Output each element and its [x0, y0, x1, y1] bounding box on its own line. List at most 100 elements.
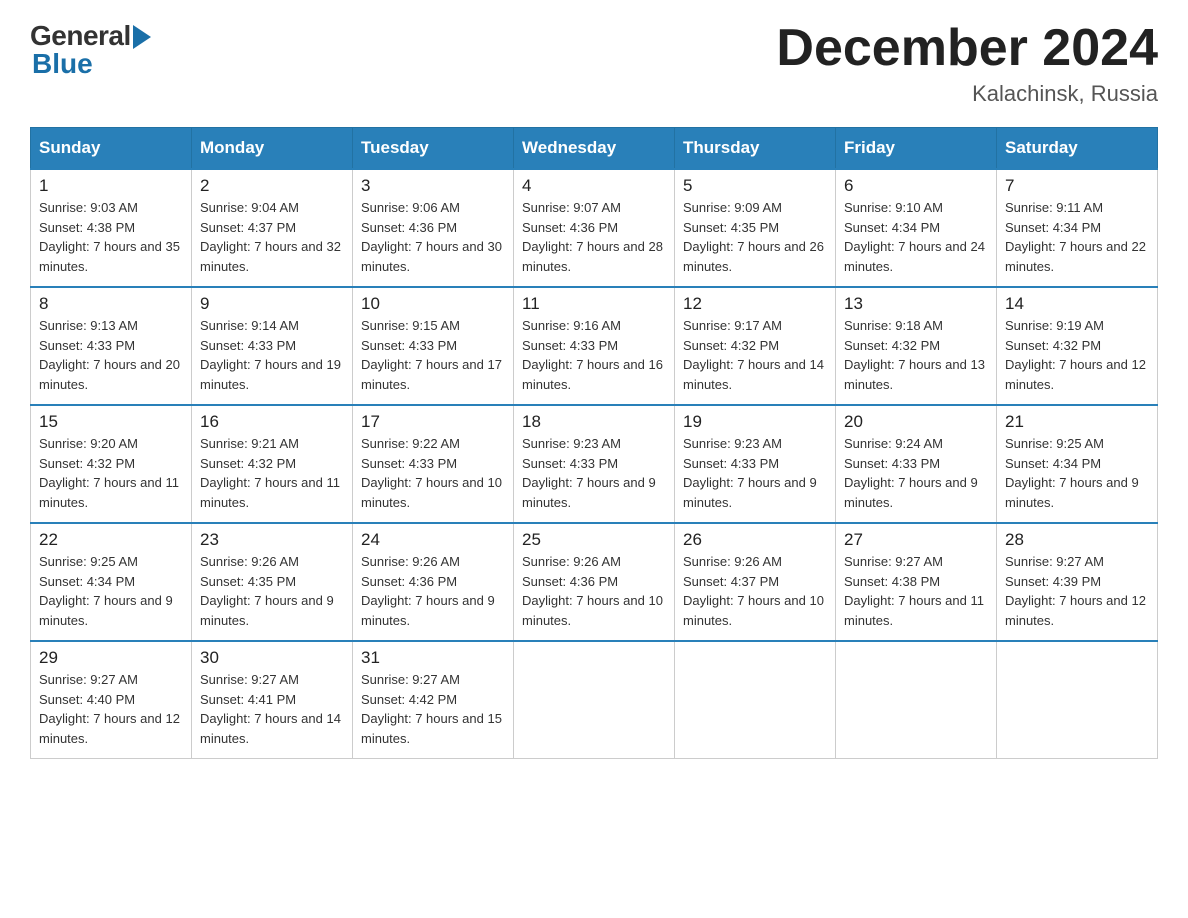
day-number: 9: [200, 294, 344, 314]
day-number: 19: [683, 412, 827, 432]
calendar-header-monday: Monday: [192, 128, 353, 170]
day-number: 11: [522, 294, 666, 314]
day-number: 14: [1005, 294, 1149, 314]
day-info: Sunrise: 9:22 AMSunset: 4:33 PMDaylight:…: [361, 434, 505, 512]
logo-blue-text: Blue: [32, 48, 93, 80]
calendar-cell: [836, 641, 997, 759]
calendar-header-saturday: Saturday: [997, 128, 1158, 170]
calendar-cell: 20 Sunrise: 9:24 AMSunset: 4:33 PMDaylig…: [836, 405, 997, 523]
day-number: 15: [39, 412, 183, 432]
day-info: Sunrise: 9:20 AMSunset: 4:32 PMDaylight:…: [39, 434, 183, 512]
day-info: Sunrise: 9:15 AMSunset: 4:33 PMDaylight:…: [361, 316, 505, 394]
calendar-cell: 8 Sunrise: 9:13 AMSunset: 4:33 PMDayligh…: [31, 287, 192, 405]
calendar-cell: 26 Sunrise: 9:26 AMSunset: 4:37 PMDaylig…: [675, 523, 836, 641]
day-info: Sunrise: 9:27 AMSunset: 4:42 PMDaylight:…: [361, 670, 505, 748]
calendar-header-row: SundayMondayTuesdayWednesdayThursdayFrid…: [31, 128, 1158, 170]
calendar-cell: 15 Sunrise: 9:20 AMSunset: 4:32 PMDaylig…: [31, 405, 192, 523]
day-info: Sunrise: 9:19 AMSunset: 4:32 PMDaylight:…: [1005, 316, 1149, 394]
calendar-cell: 29 Sunrise: 9:27 AMSunset: 4:40 PMDaylig…: [31, 641, 192, 759]
day-info: Sunrise: 9:27 AMSunset: 4:38 PMDaylight:…: [844, 552, 988, 630]
day-info: Sunrise: 9:26 AMSunset: 4:36 PMDaylight:…: [361, 552, 505, 630]
calendar-cell: 16 Sunrise: 9:21 AMSunset: 4:32 PMDaylig…: [192, 405, 353, 523]
calendar-cell: 6 Sunrise: 9:10 AMSunset: 4:34 PMDayligh…: [836, 169, 997, 287]
day-info: Sunrise: 9:24 AMSunset: 4:33 PMDaylight:…: [844, 434, 988, 512]
day-info: Sunrise: 9:07 AMSunset: 4:36 PMDaylight:…: [522, 198, 666, 276]
day-number: 8: [39, 294, 183, 314]
day-info: Sunrise: 9:27 AMSunset: 4:39 PMDaylight:…: [1005, 552, 1149, 630]
day-info: Sunrise: 9:10 AMSunset: 4:34 PMDaylight:…: [844, 198, 988, 276]
calendar-cell: 7 Sunrise: 9:11 AMSunset: 4:34 PMDayligh…: [997, 169, 1158, 287]
day-number: 22: [39, 530, 183, 550]
day-info: Sunrise: 9:26 AMSunset: 4:35 PMDaylight:…: [200, 552, 344, 630]
day-number: 17: [361, 412, 505, 432]
calendar-cell: 31 Sunrise: 9:27 AMSunset: 4:42 PMDaylig…: [353, 641, 514, 759]
day-number: 23: [200, 530, 344, 550]
day-number: 24: [361, 530, 505, 550]
day-info: Sunrise: 9:13 AMSunset: 4:33 PMDaylight:…: [39, 316, 183, 394]
day-info: Sunrise: 9:03 AMSunset: 4:38 PMDaylight:…: [39, 198, 183, 276]
day-number: 12: [683, 294, 827, 314]
calendar-week-row: 22 Sunrise: 9:25 AMSunset: 4:34 PMDaylig…: [31, 523, 1158, 641]
calendar-cell: 22 Sunrise: 9:25 AMSunset: 4:34 PMDaylig…: [31, 523, 192, 641]
calendar-cell: 9 Sunrise: 9:14 AMSunset: 4:33 PMDayligh…: [192, 287, 353, 405]
calendar-header-tuesday: Tuesday: [353, 128, 514, 170]
day-info: Sunrise: 9:27 AMSunset: 4:40 PMDaylight:…: [39, 670, 183, 748]
calendar-cell: 14 Sunrise: 9:19 AMSunset: 4:32 PMDaylig…: [997, 287, 1158, 405]
day-info: Sunrise: 9:06 AMSunset: 4:36 PMDaylight:…: [361, 198, 505, 276]
calendar-header-wednesday: Wednesday: [514, 128, 675, 170]
day-info: Sunrise: 9:25 AMSunset: 4:34 PMDaylight:…: [1005, 434, 1149, 512]
day-number: 20: [844, 412, 988, 432]
calendar-cell: 13 Sunrise: 9:18 AMSunset: 4:32 PMDaylig…: [836, 287, 997, 405]
day-number: 6: [844, 176, 988, 196]
calendar-cell: 19 Sunrise: 9:23 AMSunset: 4:33 PMDaylig…: [675, 405, 836, 523]
calendar-cell: 5 Sunrise: 9:09 AMSunset: 4:35 PMDayligh…: [675, 169, 836, 287]
calendar-cell: 23 Sunrise: 9:26 AMSunset: 4:35 PMDaylig…: [192, 523, 353, 641]
day-info: Sunrise: 9:27 AMSunset: 4:41 PMDaylight:…: [200, 670, 344, 748]
calendar-cell: 25 Sunrise: 9:26 AMSunset: 4:36 PMDaylig…: [514, 523, 675, 641]
day-number: 27: [844, 530, 988, 550]
month-title: December 2024: [776, 20, 1158, 77]
calendar-cell: 10 Sunrise: 9:15 AMSunset: 4:33 PMDaylig…: [353, 287, 514, 405]
calendar-cell: [514, 641, 675, 759]
title-section: December 2024 Kalachinsk, Russia: [776, 20, 1158, 107]
day-info: Sunrise: 9:17 AMSunset: 4:32 PMDaylight:…: [683, 316, 827, 394]
page-header: General Blue December 2024 Kalachinsk, R…: [30, 20, 1158, 107]
day-info: Sunrise: 9:21 AMSunset: 4:32 PMDaylight:…: [200, 434, 344, 512]
day-info: Sunrise: 9:04 AMSunset: 4:37 PMDaylight:…: [200, 198, 344, 276]
day-number: 25: [522, 530, 666, 550]
day-number: 5: [683, 176, 827, 196]
day-info: Sunrise: 9:26 AMSunset: 4:37 PMDaylight:…: [683, 552, 827, 630]
day-info: Sunrise: 9:09 AMSunset: 4:35 PMDaylight:…: [683, 198, 827, 276]
logo-arrow-icon: [133, 25, 151, 49]
calendar-cell: 27 Sunrise: 9:27 AMSunset: 4:38 PMDaylig…: [836, 523, 997, 641]
location: Kalachinsk, Russia: [776, 81, 1158, 107]
calendar-cell: 18 Sunrise: 9:23 AMSunset: 4:33 PMDaylig…: [514, 405, 675, 523]
day-info: Sunrise: 9:23 AMSunset: 4:33 PMDaylight:…: [683, 434, 827, 512]
calendar-week-row: 1 Sunrise: 9:03 AMSunset: 4:38 PMDayligh…: [31, 169, 1158, 287]
day-number: 30: [200, 648, 344, 668]
day-info: Sunrise: 9:16 AMSunset: 4:33 PMDaylight:…: [522, 316, 666, 394]
day-info: Sunrise: 9:26 AMSunset: 4:36 PMDaylight:…: [522, 552, 666, 630]
day-number: 2: [200, 176, 344, 196]
day-number: 1: [39, 176, 183, 196]
day-number: 21: [1005, 412, 1149, 432]
day-number: 26: [683, 530, 827, 550]
day-number: 16: [200, 412, 344, 432]
calendar-cell: 4 Sunrise: 9:07 AMSunset: 4:36 PMDayligh…: [514, 169, 675, 287]
calendar-table: SundayMondayTuesdayWednesdayThursdayFrid…: [30, 127, 1158, 759]
calendar-week-row: 8 Sunrise: 9:13 AMSunset: 4:33 PMDayligh…: [31, 287, 1158, 405]
calendar-week-row: 15 Sunrise: 9:20 AMSunset: 4:32 PMDaylig…: [31, 405, 1158, 523]
day-number: 10: [361, 294, 505, 314]
calendar-header-thursday: Thursday: [675, 128, 836, 170]
calendar-cell: [675, 641, 836, 759]
day-info: Sunrise: 9:14 AMSunset: 4:33 PMDaylight:…: [200, 316, 344, 394]
logo: General Blue: [30, 20, 151, 80]
calendar-cell: [997, 641, 1158, 759]
day-number: 31: [361, 648, 505, 668]
calendar-header-sunday: Sunday: [31, 128, 192, 170]
calendar-cell: 24 Sunrise: 9:26 AMSunset: 4:36 PMDaylig…: [353, 523, 514, 641]
day-info: Sunrise: 9:18 AMSunset: 4:32 PMDaylight:…: [844, 316, 988, 394]
day-info: Sunrise: 9:23 AMSunset: 4:33 PMDaylight:…: [522, 434, 666, 512]
day-info: Sunrise: 9:11 AMSunset: 4:34 PMDaylight:…: [1005, 198, 1149, 276]
day-number: 4: [522, 176, 666, 196]
